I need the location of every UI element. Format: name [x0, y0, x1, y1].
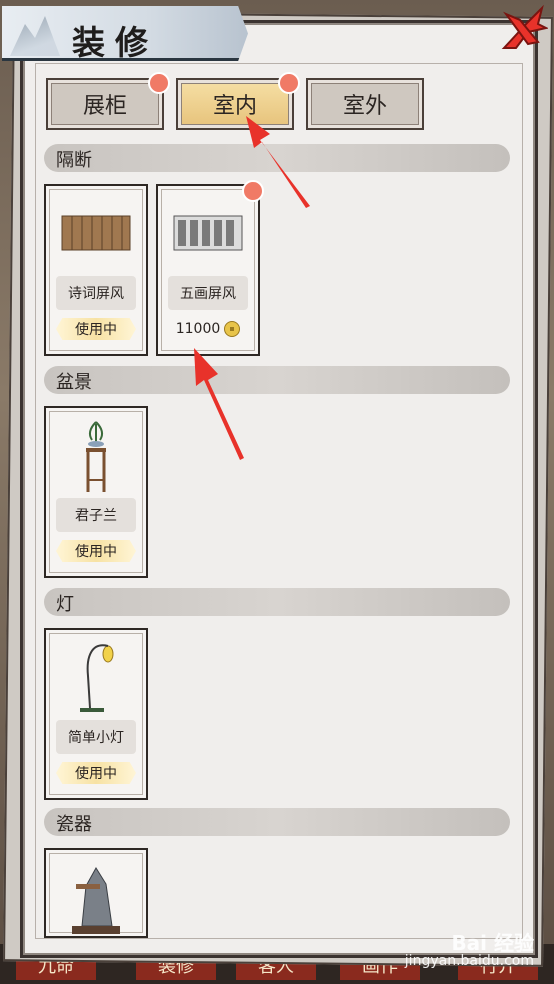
section-title: 瓷器	[56, 814, 92, 835]
watermark-brand: Bai 经验	[451, 931, 534, 955]
close-button[interactable]	[498, 4, 549, 54]
tab-display-cabinet[interactable]: 展柜	[46, 72, 170, 130]
item-card-poem-screen[interactable]: 诗词屏风 使用中	[44, 184, 148, 356]
coin-icon	[224, 321, 241, 337]
tab-label: 室外	[342, 94, 387, 119]
in-use-badge: 使用中	[56, 540, 136, 562]
section-title: 隔断	[56, 150, 92, 171]
item-card-painting-screen[interactable]: 五画屏风 11000	[156, 180, 264, 356]
category-tabs: 展柜 室内 室外	[46, 72, 424, 130]
mountain-icon	[10, 16, 60, 56]
scholar-rock-icon	[72, 867, 120, 934]
tab-outdoor[interactable]: 室外	[306, 78, 424, 130]
tab-label: 室内	[212, 94, 257, 119]
lamp-icon	[80, 644, 114, 712]
section-header-partition: 隔断	[44, 144, 510, 172]
item-card-simple-lamp[interactable]: 简单小灯 使用中	[44, 628, 148, 800]
watermark-url: jingyan.baidu.com	[404, 953, 534, 969]
price-value: 11000	[175, 321, 221, 337]
watermark: Bai 经验 jingyan.baidu.com	[404, 931, 534, 970]
tab-label: 展柜	[82, 94, 127, 119]
section-header-porcelain: 瓷器	[44, 808, 510, 836]
item-name: 诗词屏风	[56, 276, 136, 310]
item-name: 君子兰	[56, 498, 136, 532]
in-use-badge: 使用中	[56, 762, 136, 784]
orchid-stand-icon	[86, 421, 106, 492]
section-title: 盆景	[56, 372, 92, 393]
item-card-orchid[interactable]: 君子兰 使用中	[44, 406, 148, 578]
folding-screen-icon	[61, 215, 131, 251]
notification-badge	[278, 72, 300, 94]
in-use-badge: 使用中	[56, 318, 136, 340]
title-banner: 装修	[2, 6, 248, 61]
close-icon	[501, 4, 549, 49]
notification-badge	[148, 72, 170, 94]
item-name: 简单小灯	[56, 720, 136, 754]
page-title: 装修	[72, 23, 158, 62]
tab-indoor[interactable]: 室内	[176, 72, 300, 130]
section-header-bonsai: 盆景	[44, 366, 510, 394]
section-title: 灯	[56, 594, 74, 615]
item-name: 五画屏风	[168, 276, 248, 310]
section-header-lamp: 灯	[44, 588, 510, 616]
item-card-rock[interactable]	[44, 848, 148, 938]
item-price: 11000	[158, 318, 258, 340]
folding-screen-icon	[173, 215, 243, 251]
